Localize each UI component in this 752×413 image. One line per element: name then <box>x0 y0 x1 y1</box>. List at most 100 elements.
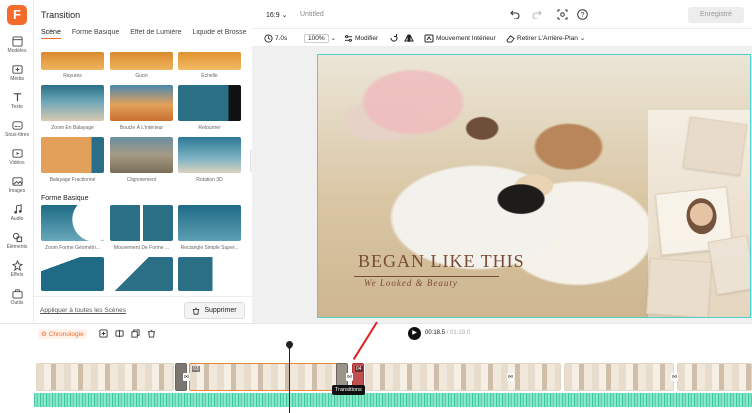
transition-caption: Échelle <box>201 73 218 79</box>
transitions-tooltip: Transitions <box>332 385 365 395</box>
rotate-icon[interactable] <box>389 33 399 43</box>
aspect-ratio-value: 16:9 <box>266 12 280 19</box>
playhead[interactable] <box>289 341 290 413</box>
clip-number: 04 <box>355 366 363 372</box>
rail-label: Éléments <box>6 244 28 250</box>
collage-photo <box>682 116 748 176</box>
transition-thumb-zoom-sweep[interactable] <box>41 85 104 121</box>
rail-item-elements[interactable]: Éléments <box>0 232 34 258</box>
timeline-toggle[interactable]: ⚙ Chronologie <box>38 329 87 339</box>
play-button[interactable]: ▶ <box>408 327 421 340</box>
duration-value: 7.0s <box>275 34 288 42</box>
transition-thumb-guori[interactable] <box>110 52 173 70</box>
remove-background-button[interactable]: Retirer L'Arrière-Plan ⌄ <box>506 32 585 44</box>
project-title[interactable]: Untitled <box>300 11 324 18</box>
split-icon[interactable] <box>115 329 124 338</box>
transition-thumb-scale[interactable] <box>178 52 241 70</box>
subline-text[interactable]: We Looked & Beauty <box>364 278 458 288</box>
canvas-scene-image[interactable]: BEGAN LIKE THIS We Looked & Beauty <box>317 54 751 318</box>
edit-label: Modifier <box>355 34 379 42</box>
transition-join-icon[interactable]: ⋈ <box>671 373 678 381</box>
screen-capture-icon[interactable] <box>557 9 568 20</box>
rail-label: Audio <box>10 216 24 222</box>
rail-item-videos[interactable]: Vidéos <box>0 148 34 174</box>
app-logo[interactable]: F <box>7 5 27 25</box>
rail-item-images[interactable]: Images <box>0 176 34 202</box>
apply-all-scenes-link[interactable]: Appliquer à toutes les Scènes <box>40 307 126 314</box>
tab-basic-shape[interactable]: Forme Basique <box>72 29 119 36</box>
time-readout: 00:18.5 / 01:19.0 <box>425 330 470 336</box>
transition-join-icon[interactable]: ⋈ <box>346 373 353 381</box>
panel-divider <box>34 296 252 297</box>
rail-label: Texte <box>11 104 23 110</box>
transition-thumb-geometric-zoom[interactable] <box>41 205 104 241</box>
flip-icon[interactable] <box>404 33 414 43</box>
remove-background-label: Retirer L'Arrière-Plan <box>517 34 578 42</box>
delete-label: Supprimer <box>204 307 237 314</box>
rail-item-text[interactable]: Texte <box>0 92 34 118</box>
left-rail: F Modèles Média Texte Sous-titres Vidéos… <box>0 0 34 322</box>
rail-item-effects[interactable]: Effets <box>0 260 34 286</box>
duration-control[interactable]: 7.0s <box>264 32 287 44</box>
timeline-label: Chronologie <box>48 331 84 338</box>
tab-liquid-brush[interactable]: Liquide et Brosse <box>192 29 246 36</box>
undo-icon[interactable] <box>510 10 520 19</box>
timeline-clip[interactable] <box>564 363 674 391</box>
rail-item-tools[interactable]: Outils <box>0 288 34 314</box>
clock-icon <box>264 33 273 43</box>
transition-thumb-shape-6[interactable] <box>178 257 241 291</box>
timeline-clip[interactable] <box>36 363 174 391</box>
transition-thumb-flip[interactable] <box>178 85 241 121</box>
edit-button[interactable]: Modifier <box>344 32 378 44</box>
duplicate-icon[interactable] <box>131 329 140 338</box>
panel-title: Transition <box>41 10 81 20</box>
timeline-clip[interactable] <box>677 363 752 391</box>
timeline-icon: ⚙ <box>41 331 47 338</box>
transition-thumb-inner-loop[interactable] <box>110 85 173 121</box>
tab-light-effect[interactable]: Effet de Lumière <box>130 29 181 36</box>
effects-icon <box>11 260 23 271</box>
transition-thumb-stripes[interactable] <box>41 52 104 70</box>
transition-thumb-blink[interactable] <box>110 137 173 173</box>
transition-caption: Mouvement De Forme ... <box>113 245 170 251</box>
svg-text:?: ? <box>581 12 585 19</box>
transition-thumb-rotation-3d[interactable] <box>178 137 241 173</box>
trash-icon[interactable] <box>147 329 156 338</box>
tab-scene[interactable]: Scène <box>41 29 61 39</box>
transition-thumb-simple-rectangle[interactable] <box>178 205 241 241</box>
inner-motion-button[interactable]: Mouvement Intérieur <box>424 32 496 44</box>
rail-label: Modèles <box>7 48 27 54</box>
headline-text[interactable]: BEGAN LIKE THIS <box>358 251 525 272</box>
rail-item-audio[interactable]: Audio <box>0 204 34 230</box>
timeline-clip-selected[interactable]: 03 <box>189 363 346 391</box>
add-scene-icon[interactable] <box>99 329 108 338</box>
motion-icon <box>424 34 434 42</box>
transition-thumb-shape-5[interactable] <box>110 257 173 291</box>
rail-item-media[interactable]: Média <box>0 64 34 90</box>
collage-photo <box>707 234 750 296</box>
play-icon: ▶ <box>412 330 417 336</box>
zoom-select[interactable]: 100% ⌄ <box>304 32 336 44</box>
sliders-icon <box>344 34 353 42</box>
redo-icon[interactable] <box>532 10 542 19</box>
editor-toolbar: 7.0s 100% ⌄ Modifier Mouvement Intérieur… <box>252 29 752 47</box>
transition-caption: Boucle À L'intérieur <box>119 125 164 131</box>
transition-join-icon[interactable]: ⋈ <box>507 373 514 381</box>
transition-thumb-shape-motion[interactable] <box>110 205 173 241</box>
top-bar: 16:9 ⌄ Untitled ? Enregistré <box>252 0 752 29</box>
aspect-ratio-select[interactable]: 16:9 ⌄ <box>266 11 287 19</box>
transition-thumb-split-sweep[interactable] <box>41 137 104 173</box>
transition-join-icon[interactable]: ⋈ <box>183 373 190 381</box>
eraser-icon <box>506 34 515 43</box>
rail-item-subtitles[interactable]: Sous-titres <box>0 120 34 146</box>
timeline-clip[interactable] <box>365 363 561 391</box>
audio-waveform-track[interactable] <box>34 393 752 407</box>
transition-thumb-shape-4[interactable] <box>41 257 104 291</box>
chevron-down-icon: ⌄ <box>330 35 337 42</box>
transition-caption: Rotation 3D <box>196 177 223 183</box>
rail-item-templates[interactable]: Modèles <box>0 36 34 62</box>
delete-button[interactable]: Supprimer <box>184 302 245 319</box>
tools-icon <box>11 289 23 299</box>
help-icon[interactable]: ? <box>577 9 588 20</box>
save-button[interactable]: Enregistré <box>688 7 744 23</box>
